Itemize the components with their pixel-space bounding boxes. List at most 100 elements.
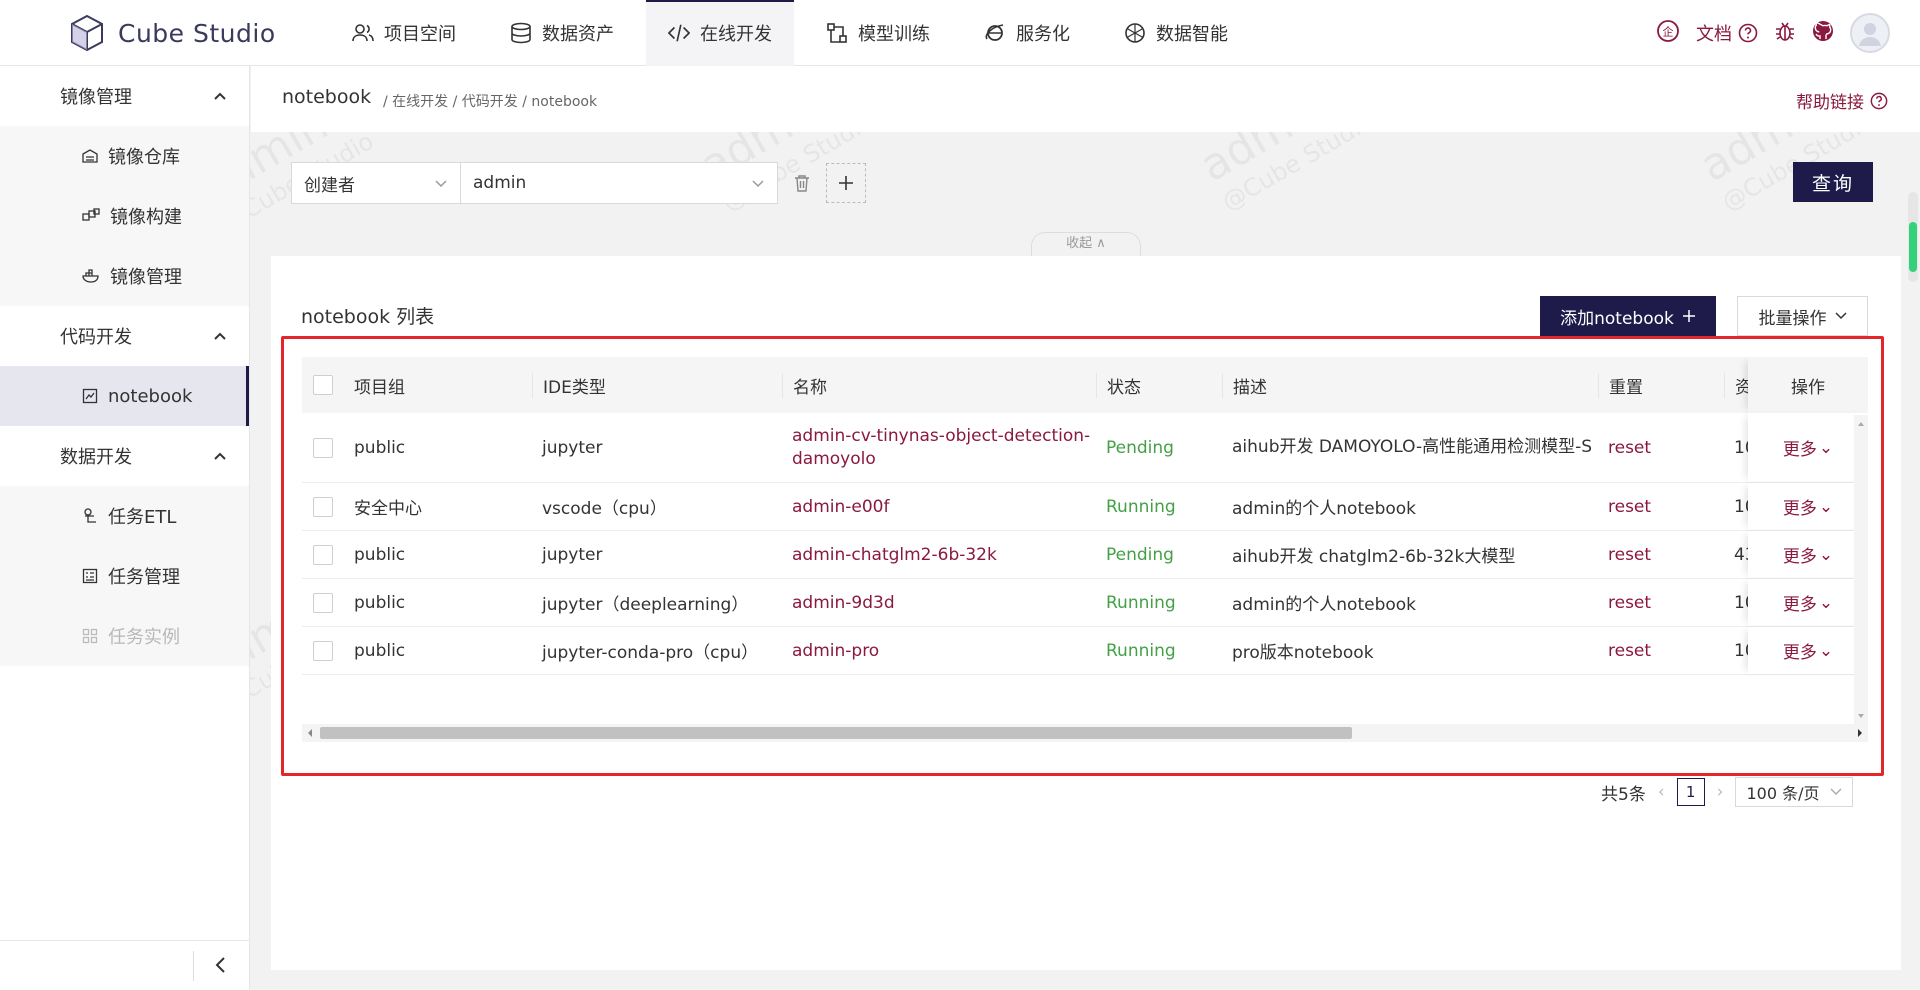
cell-project: public — [354, 544, 406, 565]
sidebar-item-image-manage[interactable]: 镜像管理 — [0, 246, 249, 306]
col-header[interactable]: 重置 — [1598, 372, 1724, 398]
more-dropdown[interactable]: 更多 ⌄ — [1748, 413, 1868, 482]
list-title: notebook 列表 — [301, 306, 435, 328]
help-link[interactable]: 帮助链接 — [1796, 88, 1888, 113]
trash-icon — [795, 175, 809, 192]
filter-value-select[interactable]: admin — [461, 162, 778, 204]
table-horizontal-scrollbar[interactable] — [302, 724, 1868, 742]
notebook-name-link[interactable]: admin-9d3d — [782, 593, 1096, 613]
notebook-name-link[interactable]: admin-pro — [782, 641, 1096, 661]
sidebar-item-task-etl[interactable]: 任务ETL — [0, 486, 249, 546]
avatar[interactable] — [1850, 13, 1890, 53]
filter-field-select[interactable]: 创建者 — [291, 162, 461, 204]
chevron-left-icon — [215, 957, 225, 973]
col-header[interactable]: IDE类型 — [532, 372, 782, 398]
delete-filter-button[interactable] — [788, 169, 816, 197]
col-header[interactable]: 状态 — [1096, 372, 1222, 398]
sidebar-item-label: 任务实例 — [108, 627, 180, 648]
code-icon — [668, 22, 690, 44]
reset-link[interactable]: reset — [1598, 497, 1724, 517]
sidebar-item-task-instance[interactable]: 任务实例 — [0, 606, 249, 666]
plus-icon — [839, 176, 853, 190]
page-size-select[interactable]: 100 条/页 — [1735, 777, 1854, 807]
chevron-down-icon — [1834, 312, 1847, 320]
table-row[interactable]: public jupyter admin-chatglm2-6b-32k Pen… — [302, 531, 1868, 579]
breadcrumb-path[interactable]: / 在线开发 / 代码开发 / notebook — [383, 91, 597, 111]
pagination: 共5条 ‹ 1 › 100 条/页 — [1601, 777, 1854, 807]
page-scrollbar[interactable] — [1908, 192, 1918, 282]
nav-data-intelligence[interactable]: 数据智能 — [1102, 0, 1250, 66]
nav-project-space[interactable]: 项目空间 — [330, 0, 478, 66]
sidebar-group-code-dev[interactable]: 代码开发 — [0, 306, 249, 366]
more-dropdown[interactable]: 更多 ⌄ — [1748, 627, 1868, 674]
row-checkbox[interactable] — [313, 496, 333, 517]
enterprise-icon[interactable]: 企 — [1656, 19, 1680, 47]
table-row[interactable]: public jupyter（deeplearning） admin-9d3d … — [302, 579, 1868, 627]
row-checkbox[interactable] — [313, 437, 333, 458]
sidebar-item-label: 镜像构建 — [110, 207, 182, 228]
more-dropdown[interactable]: 更多 ⌄ — [1748, 483, 1868, 530]
github-icon[interactable] — [1812, 20, 1834, 46]
col-header: 操作 — [1748, 357, 1868, 413]
reset-link[interactable]: reset — [1598, 593, 1724, 613]
table-row[interactable]: public jupyter admin-cv-tinynas-object-d… — [302, 413, 1868, 483]
more-dropdown[interactable]: 更多 ⌄ — [1748, 531, 1868, 578]
chevron-down-icon — [1858, 714, 1864, 718]
query-button[interactable]: 查询 — [1793, 162, 1873, 202]
nav-online-dev[interactable]: 在线开发 — [646, 0, 794, 66]
sidebar-item-label: 任务管理 — [108, 567, 180, 588]
row-checkbox[interactable] — [313, 544, 333, 565]
col-header[interactable]: 项目组 — [344, 373, 532, 398]
chevron-down-icon — [435, 180, 447, 188]
reset-link[interactable]: reset — [1598, 545, 1724, 565]
sidebar-collapse-button[interactable] — [0, 940, 250, 990]
chevron-up-icon — [1858, 422, 1864, 426]
add-notebook-button[interactable]: 添加notebook — [1540, 296, 1716, 336]
highlight-box: 项目组 IDE类型 名称 状态 描述 重置 资源 操作 public jupyt… — [281, 336, 1884, 776]
scrollbar-thumb[interactable] — [320, 727, 1352, 739]
col-header[interactable]: 名称 — [782, 372, 1096, 398]
collapse-filter-toggle[interactable]: 收起 ∧ — [1031, 232, 1141, 256]
sidebar-item-image-build[interactable]: 镜像构建 — [0, 186, 249, 246]
nav-label: 在线开发 — [700, 24, 772, 45]
batch-operation-button[interactable]: 批量操作 — [1737, 296, 1868, 336]
row-checkbox[interactable] — [313, 592, 333, 613]
notebook-name-link[interactable]: admin-cv-tinynas-object-detection-damoyo… — [782, 425, 1096, 471]
cell-description: admin的个人notebook — [1232, 499, 1417, 519]
sidebar-group-data-dev[interactable]: 数据开发 — [0, 426, 249, 486]
table-header: 项目组 IDE类型 名称 状态 描述 重置 资源 操作 — [302, 357, 1868, 413]
page-number[interactable]: 1 — [1676, 778, 1705, 806]
docs-link[interactable]: 文档 — [1696, 20, 1758, 46]
cell-description: pro版本notebook — [1232, 643, 1374, 663]
add-filter-button[interactable] — [826, 163, 866, 203]
sidebar-item-image-repo[interactable]: 镜像仓库 — [0, 126, 249, 186]
nav-model-training[interactable]: 模型训练 — [804, 0, 952, 66]
notebook-name-link[interactable]: admin-chatglm2-6b-32k — [782, 545, 1096, 565]
filter-bar: 创建者 admin — [291, 162, 866, 204]
sidebar-item-notebook[interactable]: notebook — [0, 366, 249, 426]
row-checkbox[interactable] — [313, 640, 333, 661]
prev-page-icon[interactable]: ‹ — [1658, 782, 1665, 802]
more-dropdown[interactable]: 更多 ⌄ — [1748, 579, 1868, 626]
nav-serving[interactable]: 服务化 — [962, 0, 1092, 66]
more-label: 更多 — [1782, 499, 1817, 519]
select-all-checkbox[interactable] — [313, 375, 333, 395]
next-page-icon[interactable]: › — [1717, 782, 1724, 802]
notebook-table: 项目组 IDE类型 名称 状态 描述 重置 资源 操作 public jupyt… — [302, 357, 1868, 742]
col-header[interactable]: 描述 — [1222, 372, 1598, 398]
sidebar-group-image-management[interactable]: 镜像管理 — [0, 66, 249, 126]
table-vertical-scrollbar[interactable] — [1854, 415, 1868, 725]
chevron-down-icon — [1830, 788, 1842, 795]
chevron-right-icon — [1858, 729, 1862, 737]
bug-icon[interactable] — [1774, 20, 1796, 46]
logo[interactable]: Cube Studio — [70, 14, 276, 52]
table-row[interactable]: 安全中心 vscode（cpu） admin-e00f Running admi… — [302, 483, 1868, 531]
reset-link[interactable]: reset — [1598, 641, 1724, 661]
table-row[interactable]: public jupyter-conda-pro（cpu） admin-pro … — [302, 627, 1868, 675]
nav-data-assets[interactable]: 数据资产 — [488, 0, 636, 66]
nav-label: 模型训练 — [858, 24, 930, 45]
chevron-down-icon: ⌄ — [1818, 544, 1834, 565]
reset-link[interactable]: reset — [1598, 438, 1724, 458]
sidebar-item-task-manage[interactable]: 任务管理 — [0, 546, 249, 606]
notebook-name-link[interactable]: admin-e00f — [782, 497, 1096, 517]
